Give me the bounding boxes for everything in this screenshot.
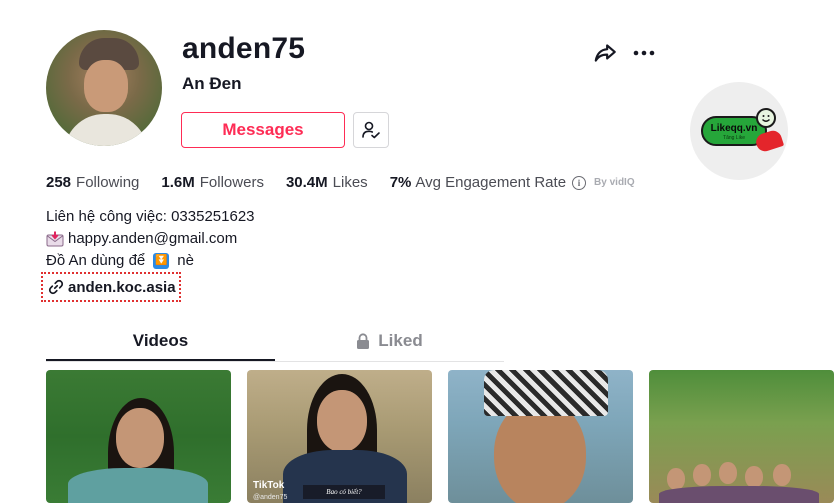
lock-icon: [357, 333, 370, 349]
likes-label: Likes: [332, 174, 368, 191]
more-options-icon[interactable]: [630, 40, 658, 66]
bio-products-line: Đồ An dùng để ⏬ nè: [46, 250, 255, 272]
likeqq-badge: Likeqq.vn Tăng Like: [690, 82, 788, 180]
envelope-download-icon: [46, 231, 64, 247]
followers-label[interactable]: Followers: [200, 174, 264, 191]
following-count[interactable]: 258: [46, 174, 71, 191]
video-thumbnail[interactable]: TikTok @anden75 Bao có biết?: [247, 370, 432, 503]
profile-tabs: Videos Liked: [46, 320, 504, 362]
thumb-group-person: [719, 462, 737, 484]
thumb-person-face: [317, 390, 367, 452]
tab-liked-label: Liked: [378, 331, 423, 350]
thumb-person-body: [68, 468, 208, 503]
tab-videos[interactable]: Videos: [46, 320, 275, 362]
badge-text: Likeqq.vn: [710, 123, 758, 134]
vidiq-byline: By vidIQ: [594, 177, 635, 188]
profile-avatar[interactable]: [46, 30, 162, 146]
avatar-face: [84, 60, 128, 112]
engagement-value: 7%: [389, 174, 412, 191]
followers-count[interactable]: 1.6M: [161, 174, 194, 191]
thumb-group-person: [667, 468, 685, 490]
tab-liked[interactable]: Liked: [275, 320, 504, 362]
info-icon[interactable]: i: [572, 175, 587, 190]
video-thumbnail[interactable]: [448, 370, 633, 503]
bio-email-text: happy.anden@gmail.com: [68, 230, 238, 247]
video-caption: Bao có biết?: [303, 485, 385, 499]
active-tab-indicator: [46, 359, 275, 361]
tiktok-watermark-user: @anden75: [253, 494, 288, 501]
down-arrow-emoji-icon: ⏬: [153, 253, 170, 269]
bio-phone-text: Liên hệ công việc: 0335251623: [46, 208, 255, 225]
chain-link-icon: [48, 279, 64, 295]
profile-link-text[interactable]: anden.koc.asia: [68, 279, 176, 296]
video-thumbnail[interactable]: [649, 370, 834, 503]
smiley-icon: [756, 108, 776, 128]
thumb-person-face: [116, 408, 164, 468]
profile-link[interactable]: anden.koc.asia: [41, 272, 181, 302]
likes-count: 30.4M: [285, 174, 328, 191]
profile-bio: Liên hệ công việc: 0335251623 happy.ande…: [46, 206, 255, 272]
messages-button[interactable]: Messages: [181, 112, 345, 148]
thumb-group-person: [693, 464, 711, 486]
profile-nickname: An Đen: [182, 74, 242, 93]
profile-username: anden75: [182, 32, 306, 65]
profile-stats: 258 Following 1.6M Followers 30.4M Likes…: [46, 174, 635, 191]
thumb-checkered-scarf: [484, 370, 608, 416]
engagement-label: Avg Engagement Rate: [415, 174, 567, 191]
thumb-group-bodies: [659, 486, 819, 503]
avatar-shirt: [64, 114, 148, 146]
tab-videos-label: Videos: [132, 331, 189, 350]
tiktok-watermark: TikTok: [253, 480, 285, 491]
bio-email-line: happy.anden@gmail.com: [46, 228, 255, 250]
following-label[interactable]: Following: [76, 174, 139, 191]
bio-products-suffix: nè: [177, 252, 194, 269]
follow-status-button[interactable]: [353, 112, 389, 148]
thumb-group-person: [745, 466, 763, 488]
share-icon[interactable]: [592, 40, 618, 66]
bio-contact-line: Liên hệ công việc: 0335251623: [46, 206, 255, 228]
thumb-group-person: [773, 464, 791, 486]
bio-products-text: Đồ An dùng để: [46, 252, 146, 269]
video-thumbnail[interactable]: [46, 370, 231, 503]
person-check-icon: [362, 121, 380, 139]
